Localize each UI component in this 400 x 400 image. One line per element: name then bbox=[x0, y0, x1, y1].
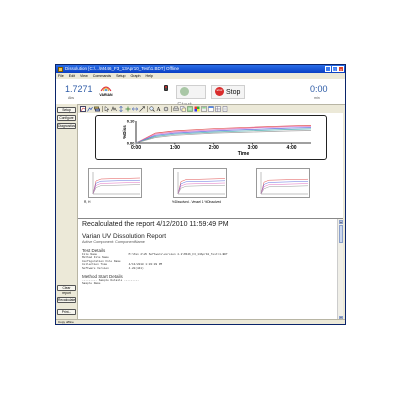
stack-icon[interactable] bbox=[94, 106, 100, 112]
graph-props-icon[interactable] bbox=[80, 106, 86, 112]
crosshair-icon[interactable] bbox=[125, 106, 131, 112]
minimize-button[interactable]: _ bbox=[325, 66, 331, 72]
x-tick-label: 0:00 bbox=[131, 145, 141, 151]
menu-help[interactable]: Help bbox=[146, 74, 153, 78]
scroll-up-icon[interactable]: ▲ bbox=[338, 219, 343, 224]
varian-logo: VARIAN bbox=[94, 84, 118, 100]
mini-series-line bbox=[177, 184, 226, 195]
mini-series-line bbox=[92, 184, 141, 195]
menu-edit[interactable]: Edit bbox=[69, 74, 75, 78]
menu-graph[interactable]: Graph bbox=[131, 74, 141, 78]
x-axis-label: Time bbox=[238, 151, 250, 157]
start-icon bbox=[180, 87, 189, 97]
stop-icon: STOP bbox=[215, 87, 224, 97]
vessel-plot-2-svg bbox=[177, 172, 226, 195]
plot-footer: R, H %Dissolved - Vessel 1 %Dissolved bbox=[78, 200, 343, 206]
window-tile-icon[interactable] bbox=[208, 106, 214, 112]
table-icon[interactable] bbox=[215, 106, 221, 112]
menu-setup[interactable]: Setup bbox=[116, 74, 125, 78]
main-plot-svg: %Diss0.100.000:00 1:00 2:00 3:00 4:00Time bbox=[122, 119, 312, 157]
svg-text:A: A bbox=[156, 107, 162, 112]
close-button[interactable]: × bbox=[338, 66, 344, 72]
zoom-icon[interactable] bbox=[149, 106, 155, 112]
scale-icon[interactable] bbox=[139, 106, 145, 112]
copy-graph-icon[interactable] bbox=[180, 106, 186, 112]
overlay-icon[interactable] bbox=[87, 106, 93, 112]
left-command-panel: Setup Configure Diagnostics Clear report… bbox=[56, 104, 78, 319]
app-icon bbox=[58, 66, 63, 72]
scroll-thumb[interactable] bbox=[338, 225, 343, 243]
calculator-icon[interactable] bbox=[201, 106, 207, 112]
table-row: Software Version 4.20(441) bbox=[82, 266, 144, 270]
status-light-icon bbox=[164, 85, 168, 91]
menu-file[interactable]: File bbox=[58, 74, 64, 78]
x-tick-label: 2:00 bbox=[209, 145, 219, 151]
mini-series-line bbox=[92, 179, 141, 195]
recalculate-button[interactable]: Recalculate bbox=[57, 297, 76, 303]
window-title: Dissolution [C:\...\M446_F3_13Apr10_Test… bbox=[65, 66, 179, 71]
report-scrollbar[interactable]: ▲ ▼ bbox=[337, 219, 343, 320]
report-title: Varian UV Dissolution Report bbox=[82, 233, 167, 240]
print-button[interactable]: Print... bbox=[57, 309, 76, 315]
mini-series-line bbox=[177, 180, 226, 195]
graph-panel: %Diss 0.10 0.00 0:00 1:00 2:00 3:00 4:00 Time R,… bbox=[78, 113, 343, 218]
report-icon[interactable] bbox=[222, 106, 228, 112]
maximize-button[interactable]: □ bbox=[331, 66, 338, 72]
report-content: Recalculated the report 4/12/2010 11:59:… bbox=[82, 221, 332, 286]
absorbance-unit: Abs bbox=[68, 96, 75, 100]
export-graph-icon[interactable] bbox=[187, 106, 193, 112]
y-axis-label: %Diss bbox=[122, 125, 127, 139]
print-graph-icon[interactable] bbox=[173, 106, 179, 112]
start-button[interactable]: Start bbox=[176, 85, 206, 109]
diagnostics-button[interactable]: Diagnostics bbox=[57, 123, 76, 129]
color-icon[interactable] bbox=[194, 106, 200, 112]
plot-footer-legend: %Dissolved - Vessel 1 %Dissolved bbox=[172, 200, 222, 204]
varian-brand-text: VARIAN bbox=[99, 93, 113, 97]
settings-icon[interactable] bbox=[163, 106, 169, 112]
mini-series-line bbox=[177, 182, 226, 195]
vessel-plot-2[interactable] bbox=[173, 168, 227, 198]
absorbance-reading: 1.7271 bbox=[65, 84, 93, 94]
y-tick-label: 0.10 bbox=[127, 119, 136, 124]
stop-label: Stop bbox=[226, 89, 241, 96]
test-details-table: File Name M:\Pan 2\UV Software\version 4.… bbox=[82, 253, 236, 270]
dissolution-window: Dissolution [C:\...\M446_F3_13Apr10_Test… bbox=[55, 64, 346, 325]
elapsed-unit: min bbox=[314, 96, 320, 100]
sample-name-label: Sample Name bbox=[82, 282, 101, 286]
vertical-cursor-icon[interactable] bbox=[118, 106, 124, 112]
mini-series-line bbox=[260, 185, 309, 195]
title-bar[interactable]: Dissolution [C:\...\M446_F3_13Apr10_Test… bbox=[56, 65, 345, 73]
plot-footer-left: R, H bbox=[84, 200, 91, 204]
text-annotation-icon[interactable]: A bbox=[156, 106, 162, 113]
x-tick-label: 4:00 bbox=[287, 145, 297, 151]
pointer-icon[interactable] bbox=[104, 106, 110, 112]
mini-series-line bbox=[260, 183, 309, 195]
horizontal-cursor-icon[interactable] bbox=[132, 106, 138, 112]
window-buttons: _ □ × bbox=[325, 66, 344, 72]
clear-report-button[interactable]: Clear report bbox=[57, 285, 76, 295]
vessel-plot-3[interactable] bbox=[256, 168, 310, 198]
menu-commands[interactable]: Commands bbox=[93, 74, 111, 78]
vessel-plot-1-svg bbox=[92, 172, 141, 195]
menu-view[interactable]: View bbox=[80, 74, 88, 78]
elapsed-time: 0:00 bbox=[310, 84, 328, 94]
status-strip: 1.7271 Abs VARIAN Start STOPStop 0:00 mi… bbox=[56, 79, 345, 109]
peak-icon[interactable] bbox=[111, 106, 117, 112]
varian-logo-icon bbox=[100, 84, 112, 92]
status-bar: Copy offline bbox=[56, 319, 345, 324]
main-dissolution-plot[interactable]: %Diss 0.10 0.00 0:00 1:00 2:00 3:00 4:00 Time bbox=[95, 115, 327, 160]
stop-button[interactable]: STOP Stop bbox=[211, 85, 245, 99]
report-subtitle: Active Component: ComponentName bbox=[82, 240, 145, 244]
mini-series-line bbox=[260, 181, 309, 195]
vessel-plot-1[interactable] bbox=[88, 168, 142, 198]
report-pane[interactable]: Recalculated the report 4/12/2010 11:59:… bbox=[78, 218, 343, 320]
x-tick-label: 1:00 bbox=[170, 145, 180, 151]
configure-button[interactable]: Configure bbox=[57, 115, 76, 121]
vessel-plot-3-svg bbox=[260, 172, 309, 195]
mini-series-line bbox=[92, 182, 141, 195]
setup-button[interactable]: Setup bbox=[57, 107, 76, 113]
report-recalc-header: Recalculated the report 4/12/2010 11:59:… bbox=[82, 221, 229, 228]
